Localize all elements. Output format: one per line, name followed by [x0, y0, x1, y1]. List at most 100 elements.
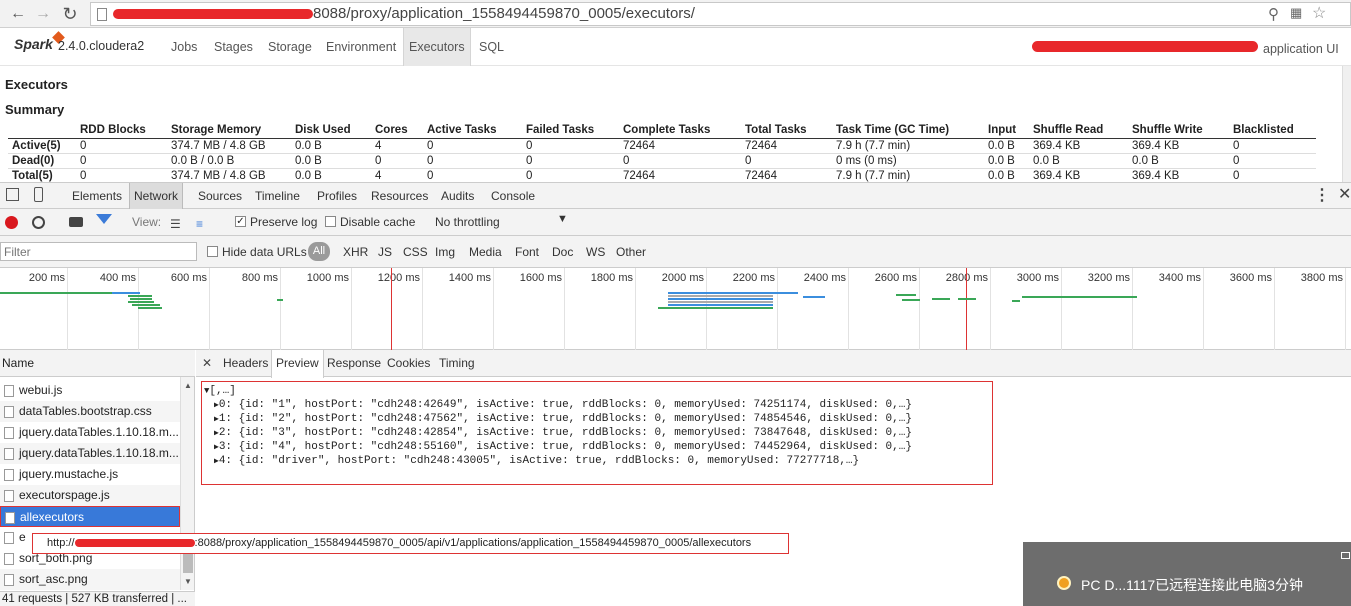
filter-type-img[interactable]: Img — [435, 243, 455, 261]
devtools-tab-resources[interactable]: Resources — [367, 183, 432, 209]
devtools-tab-network[interactable]: Network — [129, 183, 184, 209]
star-icon[interactable]: ☆ — [1312, 3, 1326, 23]
col-header[interactable]: Task Time (GC Time) — [832, 122, 984, 139]
address-bar[interactable]: 8088/proxy/application_1558494459870_000… — [90, 2, 1351, 26]
page-scrollbar[interactable] — [1342, 66, 1351, 182]
request-row[interactable]: jquery.mustache.js — [0, 464, 180, 485]
request-row[interactable]: jquery.dataTables.1.10.18.m... — [0, 443, 180, 464]
chevron-down-icon[interactable]: ▼ — [557, 213, 568, 225]
request-row[interactable]: webui.js — [0, 380, 180, 401]
nav-stages[interactable]: Stages — [209, 28, 258, 66]
list-view-icon[interactable]: ☰ — [170, 217, 181, 231]
nav-jobs[interactable]: Jobs — [166, 28, 202, 66]
devtools-tab-sources[interactable]: Sources — [194, 183, 246, 209]
chevron-up-icon[interactable]: ▲ — [184, 381, 192, 390]
filter-type-ws[interactable]: WS — [586, 243, 605, 261]
disable-cache-label: Disable cache — [340, 215, 416, 229]
col-header[interactable]: Complete Tasks — [619, 122, 741, 139]
name-column-header[interactable]: Name — [0, 350, 195, 377]
col-header[interactable]: Active Tasks — [423, 122, 522, 139]
devtools-tabbar: Elements Network Sources Timeline Profil… — [0, 182, 1351, 209]
file-icon — [4, 406, 14, 418]
arrow-right-icon[interactable]: → — [33, 4, 53, 24]
col-header[interactable]: Input — [984, 122, 1029, 139]
col-header[interactable]: Cores — [371, 122, 423, 139]
filter-icon[interactable] — [96, 214, 112, 224]
request-row-selected[interactable]: allexecutors — [0, 506, 180, 527]
clear-icon[interactable] — [32, 216, 45, 229]
col-header[interactable]: Storage Memory — [167, 122, 291, 139]
nav-storage[interactable]: Storage — [263, 28, 317, 66]
json-item[interactable]: ▶2: {id: "3", hostPort: "cdh248:42854", … — [214, 426, 912, 441]
json-item[interactable]: ▶3: {id: "4", hostPort: "cdh248:55160", … — [214, 440, 912, 455]
detail-tab-response[interactable]: Response — [323, 350, 385, 377]
detail-tab-headers[interactable]: Headers — [219, 350, 272, 377]
detail-tab-cookies[interactable]: Cookies — [383, 350, 434, 377]
json-root[interactable]: ▼[,…] — [204, 384, 236, 398]
nav-sql[interactable]: SQL — [474, 28, 509, 66]
spark-logo[interactable]: Spark — [14, 36, 53, 52]
device-mode-icon[interactable] — [34, 187, 43, 202]
nav-executors[interactable]: Executors — [403, 28, 471, 66]
network-overview[interactable]: 200 ms 400 ms 600 ms 800 ms 1000 ms 1200 ms 14… — [0, 268, 1351, 350]
filter-type-css[interactable]: CSS — [403, 243, 428, 261]
cell: 0 — [522, 138, 619, 154]
request-row[interactable]: executorspage.js — [0, 485, 180, 506]
detail-tab-timing[interactable]: Timing — [435, 350, 479, 377]
request-row[interactable]: dataTables.bootstrap.css — [0, 401, 180, 422]
dom-content-loaded-line — [391, 268, 392, 350]
request-list-scrollbar[interactable]: ▲ ▼ — [180, 377, 194, 590]
devtools-tab-console[interactable]: Console — [487, 183, 539, 209]
remote-connection-notification[interactable]: PC D...1117已远程连接此电脑3分钟 — [1023, 542, 1351, 606]
col-header[interactable]: Shuffle Write — [1128, 122, 1229, 139]
chevron-down-icon[interactable]: ▼ — [184, 577, 192, 586]
throttling-select[interactable]: No throttling — [435, 213, 500, 231]
request-row[interactable]: sort_asc.png — [0, 569, 180, 590]
devtools-tab-profiles[interactable]: Profiles — [313, 183, 361, 209]
arrow-left-icon[interactable]: ← — [8, 4, 28, 24]
col-header[interactable]: Blacklisted — [1229, 122, 1316, 139]
preserve-log-checkbox[interactable]: ✓ — [235, 216, 246, 227]
filter-type-media[interactable]: Media — [469, 243, 502, 261]
camera-icon[interactable] — [69, 217, 83, 227]
filter-type-other[interactable]: Other — [616, 243, 646, 261]
nav-environment[interactable]: Environment — [321, 28, 401, 66]
cell: 0 ms (0 ms) — [832, 153, 984, 169]
filter-type-font[interactable]: Font — [515, 243, 539, 261]
col-header[interactable]: Shuffle Read — [1029, 122, 1128, 139]
request-row[interactable]: jquery.dataTables.1.10.18.m... — [0, 422, 180, 443]
more-icon[interactable]: ⋮ — [1314, 185, 1330, 205]
col-header[interactable]: Disk Used — [291, 122, 371, 139]
cell: Total(5) — [8, 168, 76, 184]
filter-type-js[interactable]: JS — [378, 243, 392, 261]
translate-icon[interactable]: ▦ — [1290, 5, 1302, 21]
waterfall-view-icon[interactable]: ≡ — [196, 217, 203, 231]
devtools-tab-timeline[interactable]: Timeline — [251, 183, 304, 209]
inspect-icon[interactable] — [6, 188, 19, 201]
col-header[interactable]: Failed Tasks — [522, 122, 619, 139]
json-item[interactable]: ▶4: {id: "driver", hostPort: "cdh248:430… — [214, 454, 859, 469]
json-item[interactable]: ▶1: {id: "2", hostPort: "cdh248:47562", … — [214, 412, 912, 427]
hide-data-urls-checkbox[interactable] — [207, 246, 218, 257]
filter-type-doc[interactable]: Doc — [552, 243, 573, 261]
close-detail-icon[interactable]: ✕ — [202, 356, 212, 370]
devtools-tab-audits[interactable]: Audits — [437, 183, 478, 209]
scrollbar-thumb[interactable] — [183, 553, 193, 573]
disable-cache-checkbox[interactable] — [325, 216, 336, 227]
minimize-icon[interactable] — [1341, 552, 1350, 559]
reload-icon[interactable]: ↻ — [60, 4, 80, 24]
close-icon[interactable]: ✕ — [1338, 184, 1351, 204]
col-header[interactable]: RDD Blocks — [76, 122, 167, 139]
json-item[interactable]: ▶0: {id: "1", hostPort: "cdh248:42649", … — [214, 398, 912, 413]
col-header[interactable]: Total Tasks — [741, 122, 832, 139]
search-icon[interactable]: ⚲ — [1268, 5, 1279, 23]
view-label: View: — [132, 215, 162, 229]
filter-input[interactable] — [0, 242, 197, 261]
filter-type-xhr[interactable]: XHR — [343, 243, 368, 261]
record-icon[interactable] — [5, 216, 18, 229]
filter-type-all[interactable]: All — [308, 242, 330, 261]
file-icon — [4, 448, 14, 460]
timeline-bar — [958, 298, 976, 300]
devtools-tab-elements[interactable]: Elements — [68, 183, 126, 209]
detail-tab-preview[interactable]: Preview — [271, 350, 324, 378]
